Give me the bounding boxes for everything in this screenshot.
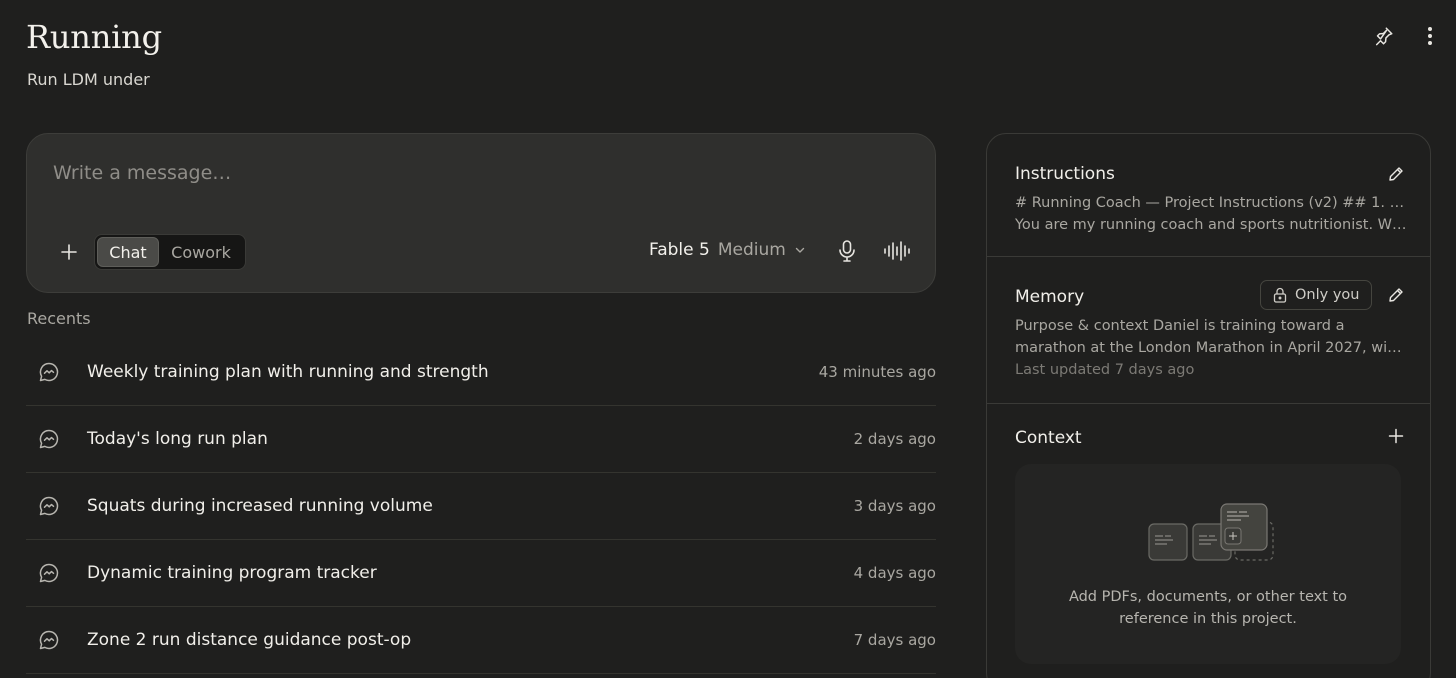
chat-bubble-icon <box>26 629 72 651</box>
recent-chat-time: 2 days ago <box>853 430 936 448</box>
recent-chat-item[interactable]: Zone 2 run distance guidance post-op 7 d… <box>26 607 936 674</box>
recent-chat-time: 4 days ago <box>853 564 936 582</box>
memory-visibility-badge[interactable]: Only you <box>1260 280 1373 310</box>
instructions-line-1: # Running Coach — Project Instructions (… <box>1015 195 1407 211</box>
mode-toggle: Chat Cowork <box>94 234 246 270</box>
pencil-icon <box>1388 287 1404 307</box>
visibility-label: Only you <box>1295 287 1360 303</box>
memory-section: Memory Only you Purpose & context Daniel… <box>987 257 1430 404</box>
memory-line-2: marathon at the London Marathon in April… <box>1015 340 1407 356</box>
context-dropzone[interactable]: Add PDFs, documents, or other text to re… <box>1015 464 1401 664</box>
recent-chat-title: Squats during increased running volume <box>87 496 433 516</box>
recent-chat-item[interactable]: Dynamic training program tracker 4 days … <box>26 540 936 607</box>
edit-memory-button[interactable] <box>1384 285 1408 309</box>
chat-bubble-icon <box>26 495 72 517</box>
audio-waveform-icon <box>883 240 911 266</box>
instructions-line-2: You are my running coach and sports nutr… <box>1015 217 1407 233</box>
add-context-button[interactable] <box>1384 426 1408 450</box>
add-attachment-button[interactable] <box>55 240 83 268</box>
project-side-panel: Instructions # Running Coach — Project I… <box>986 133 1431 678</box>
chevron-down-icon <box>794 244 806 256</box>
recent-chat-item[interactable]: Today's long run plan 2 days ago <box>26 406 936 473</box>
recent-chat-time: 3 days ago <box>853 497 936 515</box>
project-description: Run LDM under <box>27 70 150 89</box>
instructions-heading: Instructions <box>1015 164 1115 184</box>
instructions-section: Instructions # Running Coach — Project I… <box>987 134 1430 257</box>
context-empty-message: Add PDFs, documents, or other text to re… <box>1015 586 1401 630</box>
mode-cowork-option[interactable]: Cowork <box>159 237 243 267</box>
context-empty-line-1: Add PDFs, documents, or other text to <box>1068 589 1348 605</box>
lock-icon <box>1273 287 1287 303</box>
recent-chat-time: 7 days ago <box>853 631 936 649</box>
model-selector[interactable]: Fable 5 Medium <box>649 240 806 260</box>
plus-icon <box>60 243 78 265</box>
mode-chat-option[interactable]: Chat <box>97 237 159 267</box>
recent-chat-title: Today's long run plan <box>87 429 268 449</box>
recent-chat-item[interactable]: Squats during increased running volume 3… <box>26 473 936 540</box>
chat-bubble-icon <box>26 361 72 383</box>
voice-mode-button[interactable] <box>881 238 913 268</box>
model-name: Fable 5 <box>649 240 710 260</box>
recents-list: Weekly training plan with running and st… <box>26 339 936 674</box>
recent-chat-item[interactable]: Weekly training plan with running and st… <box>26 339 936 406</box>
pin-icon <box>1373 25 1395 51</box>
plus-icon <box>1388 428 1404 448</box>
model-effort: Medium <box>717 240 786 260</box>
documents-illustration-icon <box>1147 502 1275 570</box>
pencil-icon <box>1388 166 1404 186</box>
recents-heading: Recents <box>27 309 91 328</box>
recent-chat-title: Dynamic training program tracker <box>87 563 377 583</box>
memory-heading: Memory <box>1015 287 1085 307</box>
project-page: Running Run LDM under Chat <box>0 0 1456 678</box>
memory-last-updated: Last updated 7 days ago <box>1015 362 1195 378</box>
recent-chat-time: 43 minutes ago <box>818 363 936 381</box>
microphone-button[interactable] <box>833 238 861 268</box>
chat-bubble-icon <box>26 428 72 450</box>
recent-chat-title: Zone 2 run distance guidance post-op <box>87 630 412 650</box>
page-title: Running <box>26 18 162 56</box>
memory-preview: Purpose & context Daniel is training tow… <box>1015 315 1407 359</box>
edit-instructions-button[interactable] <box>1384 164 1408 188</box>
top-actions <box>1370 24 1444 52</box>
message-input[interactable] <box>53 162 753 184</box>
more-options-button[interactable] <box>1416 24 1444 52</box>
microphone-icon <box>837 239 857 267</box>
context-heading: Context <box>1015 428 1082 448</box>
pin-button[interactable] <box>1370 24 1398 52</box>
message-composer: Chat Cowork Fable 5 Medium <box>26 133 936 293</box>
memory-line-1: Purpose & context Daniel is training tow… <box>1015 318 1345 334</box>
recent-chat-title: Weekly training plan with running and st… <box>87 362 489 382</box>
instructions-preview: # Running Coach — Project Instructions (… <box>1015 192 1407 236</box>
chat-bubble-icon <box>26 562 72 584</box>
context-empty-line-2: reference in this project. <box>1119 611 1297 627</box>
more-vertical-icon <box>1427 26 1433 50</box>
